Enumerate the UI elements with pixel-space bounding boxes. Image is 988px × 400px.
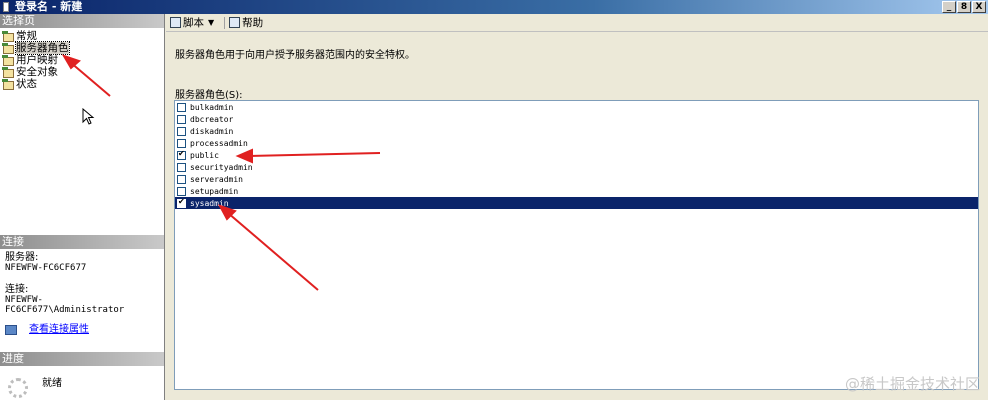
role-row-serveradmin[interactable]: serveradmin xyxy=(175,173,978,185)
progress-spinner-icon xyxy=(8,378,28,398)
role-row-securityadmin[interactable]: securityadmin xyxy=(175,161,978,173)
minimize-button[interactable]: _ xyxy=(942,1,956,13)
page-item-label: 状态 xyxy=(16,78,37,90)
dropdown-arrow-icon: ▼ xyxy=(208,18,215,27)
server-label: 服务器: xyxy=(5,252,39,263)
role-checkbox[interactable] xyxy=(177,126,186,136)
page-item-label: 用户映射 xyxy=(16,54,58,66)
page-list: 常规 服务器角色 用户映射 安全对象 状态 xyxy=(0,28,164,90)
role-checkbox[interactable] xyxy=(177,102,186,112)
connection-section: 连接 服务器: NFEWFW-FC6CF677 连接: NFEWFW-FC6CF… xyxy=(0,235,164,339)
role-name: processadmin xyxy=(190,138,248,148)
page-description: 服务器角色用于向用户授予服务器范围内的安全特权。 xyxy=(175,50,415,61)
watermark: @稀土掘金技术社区 xyxy=(844,375,980,393)
role-row-setupadmin[interactable]: setupadmin xyxy=(175,185,978,197)
role-name: public xyxy=(190,150,219,160)
page-item-general[interactable]: 常规 xyxy=(2,30,164,42)
role-checkbox[interactable] xyxy=(177,138,186,148)
role-checkbox[interactable] xyxy=(177,197,186,208)
window-icon xyxy=(3,2,9,12)
role-row-dbcreator[interactable]: dbcreator xyxy=(175,113,978,125)
page-item-securables[interactable]: 安全对象 xyxy=(2,66,164,78)
mouse-cursor-icon xyxy=(82,108,95,125)
progress-section: 进度 就绪 xyxy=(0,352,164,398)
maximize-button[interactable]: 8 xyxy=(957,1,971,13)
page-item-label: 安全对象 xyxy=(16,66,58,78)
role-row-public[interactable]: public xyxy=(175,149,978,161)
role-checkbox[interactable] xyxy=(177,186,186,196)
role-checkbox[interactable] xyxy=(177,174,186,184)
role-name: dbcreator xyxy=(190,114,234,124)
help-button[interactable]: 帮助 xyxy=(229,15,263,30)
window-controls: _ 8 X xyxy=(942,1,986,13)
page-icon xyxy=(2,79,14,90)
page-icon xyxy=(2,31,14,42)
role-name: setupadmin xyxy=(190,186,239,196)
page-icon xyxy=(2,43,14,54)
window-title: 登录名 - 新建 xyxy=(15,0,83,13)
close-button[interactable]: X xyxy=(972,1,986,13)
connection-value: NFEWFW-FC6CF677\Administrator xyxy=(5,295,125,315)
role-checkbox[interactable] xyxy=(177,149,186,160)
page-item-label: 服务器角色 xyxy=(15,41,70,55)
view-connection-properties-link[interactable]: 查看连接属性 xyxy=(29,325,89,335)
server-roles-label: 服务器角色(S): xyxy=(175,90,243,101)
select-page-header: 选择页 xyxy=(0,14,164,28)
role-row-sysadmin[interactable]: sysadmin xyxy=(175,197,978,209)
progress-status: 就绪 xyxy=(42,378,62,389)
page-icon xyxy=(2,55,14,66)
main-panel: 脚本 ▼ 帮助 服务器角色用于向用户授予服务器范围内的安全特权。 服务器角色(S… xyxy=(166,14,988,400)
connection-label: 连接: xyxy=(5,284,29,295)
help-icon xyxy=(229,17,241,28)
toolbar-separator xyxy=(224,16,226,29)
help-label: 帮助 xyxy=(242,17,264,29)
script-icon xyxy=(170,17,181,28)
role-name: sysadmin xyxy=(190,198,229,208)
role-name: securityadmin xyxy=(190,162,253,172)
server-roles-list[interactable]: bulkadmin dbcreator diskadmin processadm… xyxy=(174,100,979,390)
progress-header: 进度 xyxy=(0,352,164,366)
role-name: bulkadmin xyxy=(190,102,234,112)
role-checkbox[interactable] xyxy=(177,114,186,124)
role-name: serveradmin xyxy=(190,174,243,184)
page-icon xyxy=(2,67,14,78)
connection-properties-icon xyxy=(5,325,17,335)
role-row-bulkadmin[interactable]: bulkadmin xyxy=(175,101,978,113)
page-item-user-mapping[interactable]: 用户映射 xyxy=(2,54,164,66)
connection-header: 连接 xyxy=(0,235,164,249)
title-bar: 登录名 - 新建 _ 8 X xyxy=(0,0,988,14)
toolbar: 脚本 ▼ 帮助 xyxy=(166,14,988,32)
script-label: 脚本 xyxy=(183,17,204,29)
server-value: NFEWFW-FC6CF677 xyxy=(5,263,87,273)
role-row-processadmin[interactable]: processadmin xyxy=(175,137,978,149)
role-name: diskadmin xyxy=(190,126,234,136)
role-row-diskadmin[interactable]: diskadmin xyxy=(175,125,978,137)
role-checkbox[interactable] xyxy=(177,162,186,172)
page-item-server-roles[interactable]: 服务器角色 xyxy=(2,41,164,55)
script-button[interactable]: 脚本 ▼ xyxy=(170,15,214,30)
left-panel: 选择页 常规 服务器角色 用户映射 安全对象 状态 连接 服务器: NFEWFW… xyxy=(0,14,165,400)
page-item-label: 常规 xyxy=(16,30,37,42)
page-item-status[interactable]: 状态 xyxy=(2,78,164,90)
